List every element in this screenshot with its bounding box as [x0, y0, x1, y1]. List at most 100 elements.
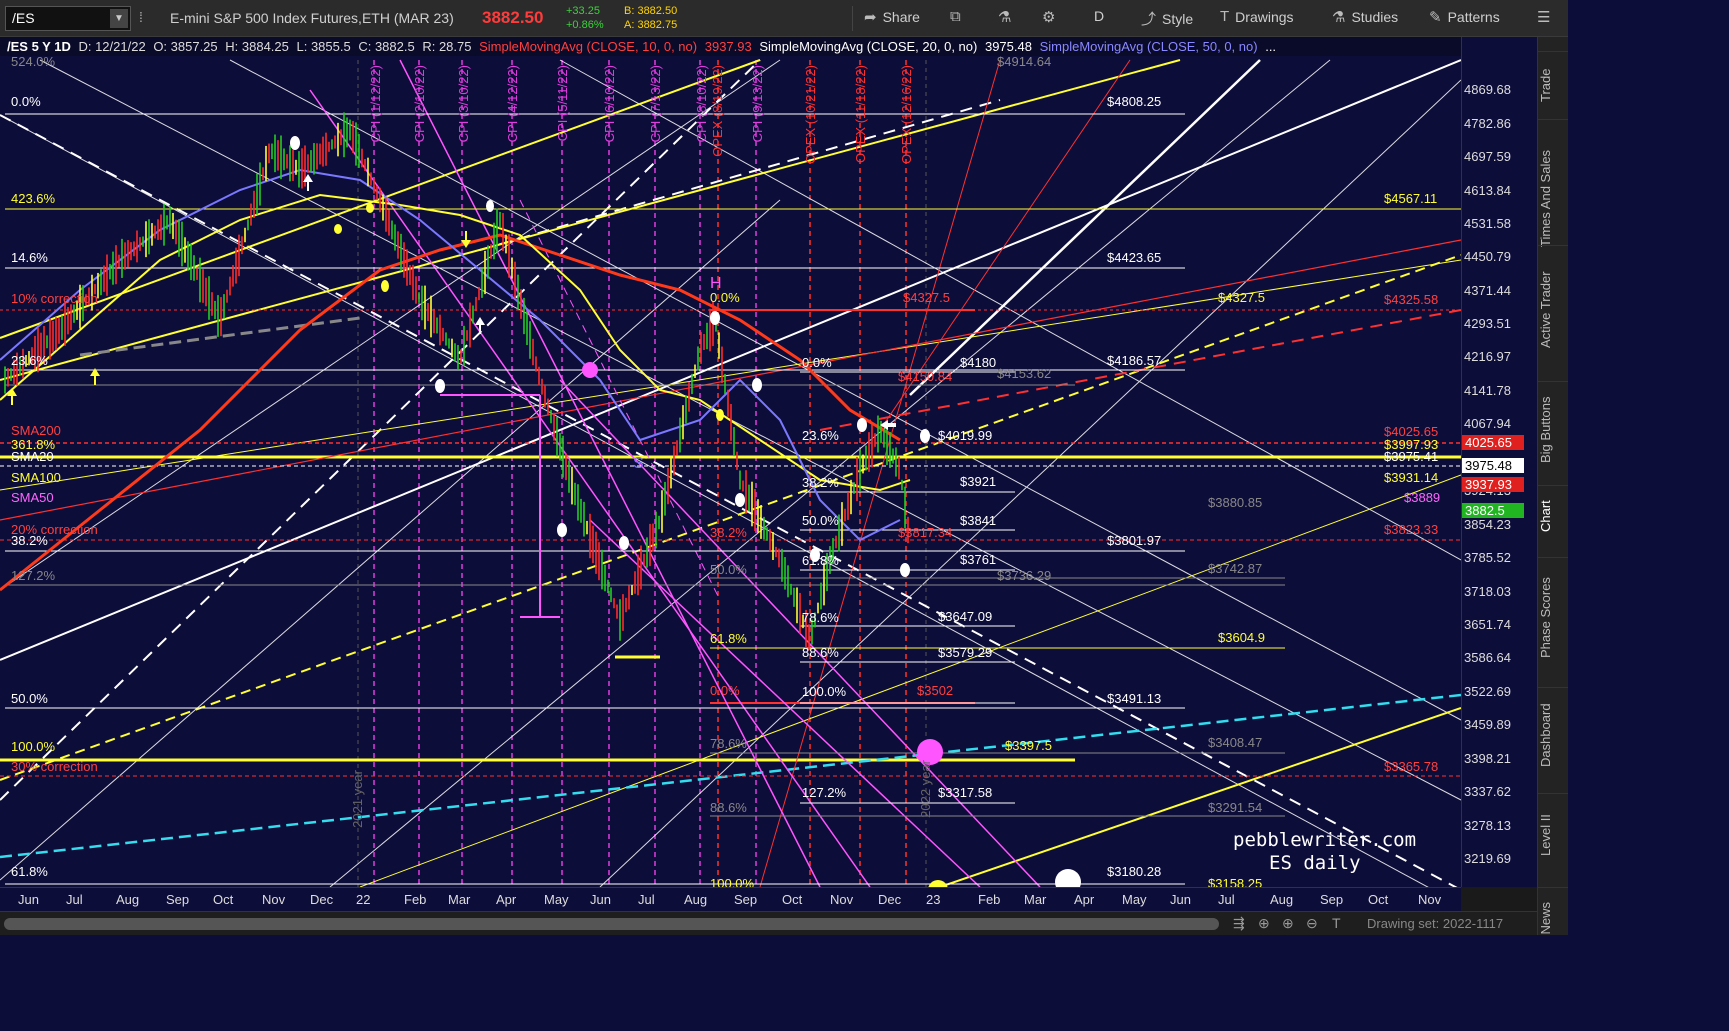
- event-label: OPEX (10/21/22): [803, 65, 818, 164]
- level-label: $3880.85: [1208, 495, 1263, 510]
- fib-label: 38.2%: [11, 533, 48, 548]
- event-label: 2021 year: [350, 770, 365, 828]
- mid-fib-label: 88.6%: [802, 645, 839, 660]
- fib-label: 61.8%: [11, 864, 48, 879]
- level-label: $4180: [960, 355, 997, 370]
- time-tick: Apr: [1074, 892, 1095, 907]
- level-label: $4019.99: [938, 428, 993, 443]
- drawing-set-label[interactable]: Drawing set: 2022-1117: [1367, 916, 1503, 931]
- zoom-in-icon[interactable]: ⊕: [1282, 915, 1294, 932]
- sidebar-tab[interactable]: Big Buttons: [1538, 381, 1568, 477]
- event-label: 2022 year: [918, 760, 933, 818]
- mid-fib-label: 0.0%: [710, 683, 740, 698]
- event-label: CPI (5/11/22): [555, 65, 570, 142]
- bid-ask-block: B: 3882.50 A: 3882.75: [624, 4, 677, 32]
- watermark-title: ES daily: [1269, 852, 1361, 874]
- thinkorswim-window: /ES ▼ ⁞ E-mini S&P 500 Index Futures,ETH…: [0, 0, 1568, 935]
- level-label: $3975.41: [1384, 449, 1439, 464]
- sma50-label[interactable]: SimpleMovingAvg (CLOSE, 50, 0, no): [1040, 39, 1258, 54]
- chart-toolbar: /ES ▼ ⁞ E-mini S&P 500 Index Futures,ETH…: [0, 0, 1568, 37]
- sidebar-tab[interactable]: Dashboard: [1538, 687, 1568, 783]
- studies-button[interactable]: ⚗ Studies: [1332, 8, 1398, 26]
- mid-fib-label: 78.6%: [802, 610, 839, 625]
- pin-icon[interactable]: ⁞: [139, 9, 143, 25]
- settings-button[interactable]: ⚙: [1042, 8, 1055, 26]
- style-button[interactable]: ⤴ Style: [1141, 8, 1193, 29]
- chart-drawing: [0, 59, 1461, 887]
- time-tick: Dec: [310, 892, 334, 907]
- period-button[interactable]: D: [1094, 8, 1104, 24]
- more-studies[interactable]: ...: [1265, 39, 1276, 54]
- price-axis[interactable]: 4869.68 4782.86 4697.59 4613.84 4531.58 4450.…: [1461, 37, 1537, 887]
- fib-label: SMA50: [11, 490, 54, 505]
- bar-date: D: 12/21/22: [78, 39, 146, 54]
- scroll-icon[interactable]: ⇶: [1233, 915, 1245, 932]
- sma10-label[interactable]: SimpleMovingAvg (CLOSE, 10, 0, no): [479, 39, 697, 54]
- chart-canvas[interactable]: CPI (1/12/22) CPI (2/10/22) CPI (3/10/22) C…: [0, 37, 1461, 887]
- sma20-label[interactable]: SimpleMovingAvg (CLOSE, 20, 0, no): [759, 39, 977, 54]
- crosshair-icon[interactable]: ⊕: [1258, 915, 1270, 932]
- time-tick: Mar: [448, 892, 471, 907]
- time-axis[interactable]: Jun Jul Aug Sep Oct Nov Dec 22 Feb Mar Apr May Jun Ju…: [0, 887, 1461, 911]
- sidebar-tab[interactable]: Trade: [1538, 51, 1568, 119]
- level-label: $3491.13: [1107, 691, 1162, 706]
- sma10-value: 3937.93: [704, 39, 752, 54]
- mid-fib-label: 100.0%: [710, 876, 755, 887]
- fib-label: 14.6%: [11, 250, 48, 265]
- scrollbar-thumb[interactable]: [4, 918, 1219, 930]
- bar-close: C: 3882.5: [358, 39, 415, 54]
- price-tag: 4025.65: [1462, 435, 1524, 450]
- time-tick: 22: [356, 892, 371, 907]
- price-tick: 3398.21: [1464, 751, 1511, 766]
- fib-label: 524.0%: [11, 54, 56, 69]
- share-button[interactable]: ➦ Share: [864, 8, 920, 26]
- study-header: /ES 5 Y 1D D: 12/21/22 O: 3857.25 H: 388…: [0, 37, 1461, 56]
- fib-label: 10% correction: [11, 291, 98, 306]
- event-label: OPEX (11/18/22): [853, 65, 868, 164]
- level-label: $3408.47: [1208, 735, 1263, 750]
- white-target-marker: [1055, 869, 1081, 887]
- symbol-dropdown-icon[interactable]: ▼: [110, 9, 128, 28]
- price-tick: 3459.89: [1464, 717, 1511, 732]
- mid-fib-label: 50.0%: [802, 513, 839, 528]
- event-label: CPI (4/12/22): [505, 65, 520, 143]
- sidebar-tab[interactable]: Active Trader: [1538, 245, 1568, 373]
- zoom-out-icon[interactable]: ⊖: [1306, 915, 1318, 932]
- flask-button[interactable]: ⚗: [998, 8, 1011, 26]
- screenshot-button[interactable]: ⧉: [950, 8, 961, 25]
- time-tick: Feb: [404, 892, 427, 907]
- horizontal-scrollbar[interactable]: [4, 918, 1219, 930]
- sidebar-tab[interactable]: Chart: [1538, 485, 1568, 547]
- patterns-button[interactable]: ✎ Patterns: [1429, 8, 1500, 26]
- menu-button[interactable]: ☰: [1537, 8, 1550, 26]
- event-label: OPEX (8/19/22): [710, 65, 725, 157]
- event-label: CPI (2/10/22): [412, 65, 427, 143]
- level-label: $3180.28: [1107, 864, 1162, 879]
- level-label: $4153.62: [997, 366, 1052, 381]
- price-tick: 4869.68: [1464, 82, 1511, 97]
- symbol-input[interactable]: /ES ▼: [5, 6, 131, 31]
- level-label: $3841: [960, 513, 997, 528]
- price-tick: 4450.79: [1464, 249, 1511, 264]
- time-tick: Jul: [638, 892, 655, 907]
- time-tick: Oct: [782, 892, 803, 907]
- net-change: +33.25: [566, 5, 600, 17]
- fib-label: 50.0%: [11, 691, 48, 706]
- level-label: $3921: [960, 474, 997, 489]
- last-price: 3882.50: [482, 8, 544, 27]
- yellow-dashed-trend: [0, 254, 1461, 781]
- time-tick: Apr: [496, 892, 517, 907]
- level-label: $3317.58: [938, 785, 993, 800]
- hamburger-icon: ☰: [1537, 9, 1551, 26]
- level-label: $3823.33: [1384, 522, 1439, 537]
- text-tool-icon[interactable]: T: [1332, 915, 1341, 931]
- camera-icon: ⧉: [950, 8, 961, 25]
- sidebar-tab[interactable]: Live News: [1538, 887, 1568, 935]
- drawings-button[interactable]: T Drawings: [1220, 8, 1294, 25]
- level-label: $4423.65: [1107, 250, 1162, 265]
- sidebar-tab[interactable]: Phase Scores: [1538, 557, 1568, 677]
- mid-fib-label: 38.2%: [802, 475, 839, 490]
- flask-icon: ⚗: [998, 9, 1012, 26]
- sidebar-tab[interactable]: Level II: [1538, 793, 1568, 877]
- time-tick: Aug: [684, 892, 708, 907]
